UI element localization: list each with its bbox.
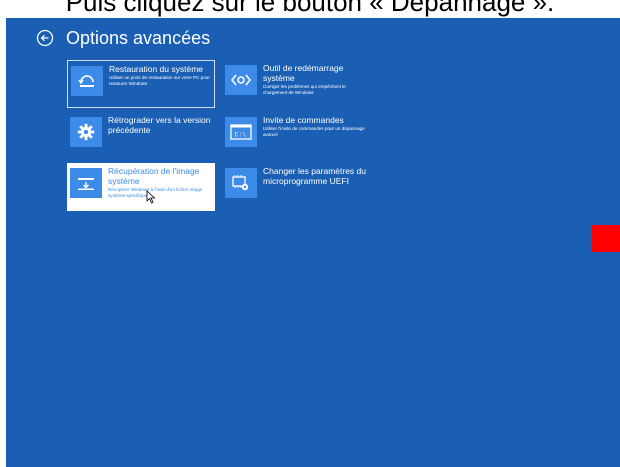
tile-description: Utiliser un point de restauration sur vo… — [109, 75, 210, 86]
tile-uefi-settings[interactable]: Changer les paramètres du microprogramme… — [222, 163, 372, 225]
tile-text: Changer les paramètres du microprogramme… — [263, 166, 369, 187]
advanced-options-screen: Options avancées Restauration du système… — [6, 18, 620, 467]
tile-description: Utiliser l'invite de commandes pour un d… — [263, 126, 365, 137]
command-prompt-icon: C:\ — [225, 117, 257, 147]
startup-repair-icon — [225, 65, 257, 95]
tile-system-restore[interactable]: Restauration du système Utiliser un poin… — [67, 60, 215, 108]
tile-title: Changer les paramètres du microprogramme… — [263, 166, 367, 186]
gear-icon — [70, 117, 102, 147]
tile-text: Outil de redémarrage système Corriger le… — [263, 63, 369, 96]
tutorial-caption: Puis cliquez sur le bouton « Dépannage »… — [65, 0, 555, 17]
tile-go-back[interactable]: Rétrograder vers la version précédente — [67, 112, 215, 158]
tile-description: Récupérer Windows à l'aide d'un fichier … — [108, 187, 203, 198]
tile-text: Restauration du système Utiliser un poin… — [109, 64, 211, 87]
tile-startup-repair[interactable]: Outil de redémarrage système Corriger le… — [222, 60, 372, 108]
tile-system-image-recovery[interactable]: Récupération de l'image système Récupére… — [67, 163, 215, 211]
page-title: Options avancées — [66, 27, 211, 48]
back-arrow-icon[interactable] — [36, 29, 54, 47]
system-restore-icon — [71, 66, 103, 96]
tile-text: Invite de commandes Utiliser l'invite de… — [263, 115, 369, 138]
uefi-settings-icon — [225, 168, 257, 198]
svg-text:C:\: C:\ — [235, 132, 247, 139]
system-image-icon — [70, 168, 102, 198]
tile-title: Invite de commandes — [263, 115, 344, 125]
tile-title: Restauration du système — [109, 64, 204, 74]
header: Options avancées — [36, 25, 210, 51]
mouse-cursor-icon — [146, 190, 156, 204]
tile-title: Outil de redémarrage système — [263, 63, 344, 83]
tile-text: Récupération de l'image système Récupére… — [108, 166, 212, 199]
tile-text: Rétrograder vers la version précédente — [108, 115, 212, 136]
tile-command-prompt[interactable]: C:\ Invite de commandes Utiliser l'invit… — [222, 112, 372, 158]
tile-title: Récupération de l'image système — [108, 166, 200, 186]
tile-title: Rétrograder vers la version précédente — [108, 115, 211, 135]
tile-description: Corriger les problèmes qui empêchent le … — [263, 84, 346, 95]
red-marker — [592, 225, 620, 252]
